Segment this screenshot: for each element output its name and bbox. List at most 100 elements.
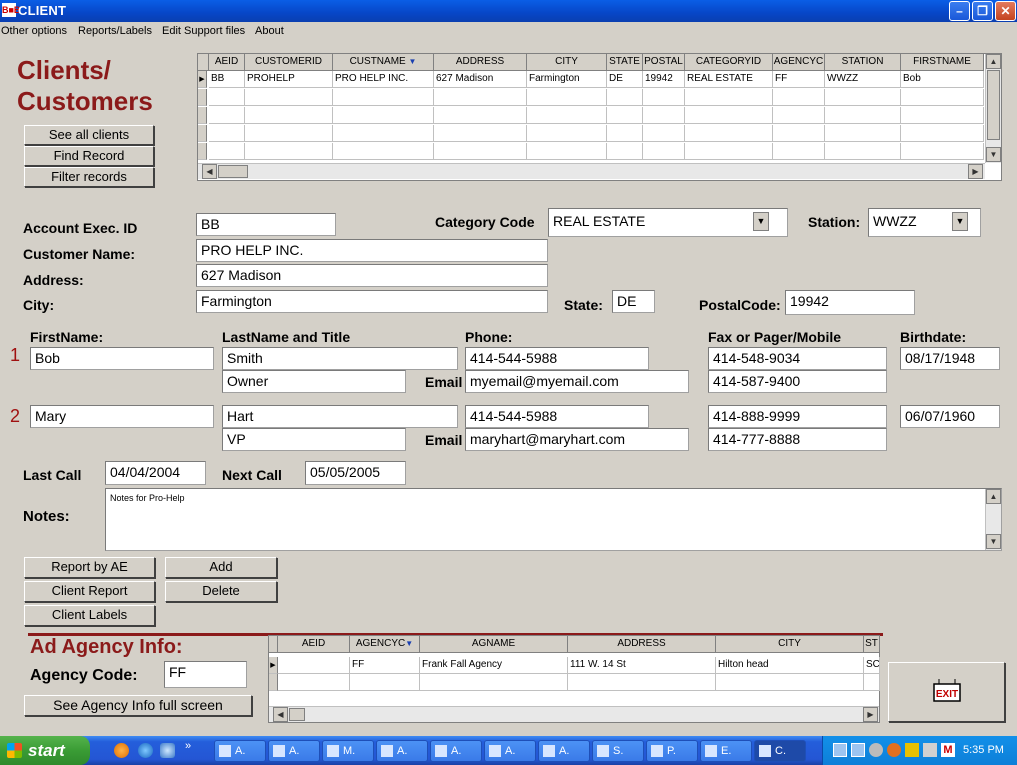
notes-vscroll[interactable]: ▲ ▼ <box>985 489 1001 550</box>
taskbar-window-button[interactable]: M. <box>322 740 374 762</box>
contact2-first-name-field[interactable]: Mary <box>30 405 214 428</box>
table-cell[interactable] <box>901 125 984 142</box>
table-cell[interactable]: WWZZ <box>825 71 901 88</box>
table-cell[interactable] <box>773 143 825 160</box>
contact1-last-name-field[interactable]: Smith <box>222 347 458 370</box>
contact2-phone-field[interactable]: 414-544-5988 <box>465 405 649 428</box>
category-code-select[interactable]: REAL ESTATE ▼ <box>548 208 788 237</box>
table-cell[interactable] <box>685 125 773 142</box>
col-categoryid[interactable]: CATEGORYID <box>685 54 773 71</box>
col-state[interactable]: STATE <box>607 54 643 71</box>
agency-grid-hscroll[interactable]: ◀ ▶ <box>269 706 879 722</box>
col-postal[interactable]: POSTAL <box>643 54 685 71</box>
chevron-down-icon[interactable]: ▼ <box>952 212 968 231</box>
taskbar-window-button[interactable]: A. <box>376 740 428 762</box>
see-agency-full-screen-button[interactable]: See Agency Info full screen <box>24 695 252 716</box>
ae-id-field[interactable]: BB <box>196 213 336 236</box>
exit-button[interactable]: EXIT <box>888 662 1005 722</box>
row-selector-current[interactable]: ▶ <box>198 71 207 88</box>
scroll-thumb[interactable] <box>987 70 1000 140</box>
scroll-right-icon[interactable]: ▶ <box>968 164 983 179</box>
contact2-fax-field[interactable]: 414-888-9999 <box>708 405 887 428</box>
find-record-button[interactable]: Find Record <box>24 146 154 166</box>
taskbar-window-button[interactable]: A. <box>214 740 266 762</box>
network-icon[interactable] <box>833 743 847 757</box>
postal-code-field[interactable]: 19942 <box>785 290 915 315</box>
contact2-birthdate-field[interactable]: 06/07/1960 <box>900 405 1000 428</box>
menu-reports-labels[interactable]: Reports/Labels <box>78 25 152 37</box>
col-firstname[interactable]: FIRSTNAME <box>901 54 984 71</box>
contact1-fax-field[interactable]: 414-548-9034 <box>708 347 887 370</box>
table-cell[interactable] <box>209 125 245 142</box>
taskbar-window-button[interactable]: S. <box>592 740 644 762</box>
table-cell[interactable] <box>825 107 901 124</box>
row-selector[interactable] <box>198 89 207 106</box>
col-agencyc[interactable]: AGENCYC <box>773 54 825 71</box>
table-cell[interactable] <box>643 125 685 142</box>
col-station[interactable]: STATION <box>825 54 901 71</box>
table-cell[interactable]: PRO HELP INC. <box>333 71 434 88</box>
agency-code-field[interactable]: FF <box>164 661 247 688</box>
gmail-icon[interactable]: M <box>941 743 955 757</box>
table-cell[interactable] <box>716 674 864 691</box>
table-cell[interactable]: PROHELP <box>245 71 333 88</box>
scroll-thumb[interactable] <box>218 165 248 178</box>
scroll-up-icon[interactable]: ▲ <box>986 489 1001 504</box>
col-aeid[interactable]: AEID <box>209 54 245 71</box>
contact2-title-field[interactable]: VP <box>222 428 406 451</box>
table-cell[interactable] <box>333 143 434 160</box>
table-cell[interactable]: Bob <box>901 71 984 88</box>
agency-col-aeid[interactable]: AEID <box>278 636 350 653</box>
agency-col-agencyc[interactable]: AGENCYC▼ <box>350 636 420 653</box>
taskbar-window-button[interactable]: C. <box>754 740 806 762</box>
contact1-email-field[interactable]: myemail@myemail.com <box>465 370 689 393</box>
state-field[interactable]: DE <box>612 290 655 313</box>
contact1-phone-field[interactable]: 414-544-5988 <box>465 347 649 370</box>
agency-col-city[interactable]: CITY <box>716 636 864 653</box>
scroll-down-icon[interactable]: ▼ <box>986 147 1001 162</box>
table-cell[interactable] <box>643 89 685 106</box>
table-cell[interactable] <box>245 143 333 160</box>
table-cell[interactable]: FF <box>350 657 420 674</box>
table-cell[interactable]: SC <box>864 657 880 674</box>
table-cell[interactable] <box>527 89 607 106</box>
table-cell[interactable]: 19942 <box>643 71 685 88</box>
contact2-last-name-field[interactable]: Hart <box>222 405 458 428</box>
table-cell[interactable] <box>607 143 643 160</box>
table-cell[interactable] <box>333 125 434 142</box>
taskbar-window-button[interactable]: A. <box>484 740 536 762</box>
station-select[interactable]: WWZZ ▼ <box>868 208 981 237</box>
scroll-left-icon[interactable]: ◀ <box>202 164 217 179</box>
contact2-email-field[interactable]: maryhart@maryhart.com <box>465 428 689 451</box>
table-cell[interactable] <box>245 107 333 124</box>
table-cell[interactable] <box>607 107 643 124</box>
maximize-button[interactable]: ❐ <box>972 1 993 21</box>
add-button[interactable]: Add <box>165 557 277 578</box>
table-cell[interactable]: 627 Madison <box>434 71 527 88</box>
address-field[interactable]: 627 Madison <box>196 264 548 287</box>
table-cell[interactable] <box>825 89 901 106</box>
quick-launch-more-icon[interactable]: » <box>185 740 191 752</box>
row-selector-current[interactable]: ▶ <box>269 657 278 674</box>
table-cell[interactable] <box>434 107 527 124</box>
scroll-down-icon[interactable]: ▼ <box>986 534 1001 549</box>
table-cell[interactable] <box>685 143 773 160</box>
firefox-icon[interactable] <box>114 743 129 758</box>
taskbar-window-button[interactable]: E. <box>700 740 752 762</box>
table-cell[interactable] <box>685 107 773 124</box>
table-cell[interactable] <box>278 674 350 691</box>
contact2-mobile-field[interactable]: 414-777-8888 <box>708 428 887 451</box>
quick-launch-icon[interactable] <box>160 743 175 758</box>
scroll-thumb[interactable] <box>289 708 305 721</box>
menu-edit-support-files[interactable]: Edit Support files <box>162 25 245 37</box>
tray-app-icon[interactable] <box>887 743 901 757</box>
table-cell[interactable] <box>901 89 984 106</box>
table-cell[interactable] <box>527 125 607 142</box>
filter-records-button[interactable]: Filter records <box>24 167 154 187</box>
start-button[interactable]: start <box>0 736 90 765</box>
chevron-down-icon[interactable]: ▼ <box>753 212 769 231</box>
client-report-button[interactable]: Client Report <box>24 581 155 602</box>
table-cell[interactable] <box>901 143 984 160</box>
row-selector[interactable] <box>198 143 207 160</box>
table-cell[interactable] <box>773 89 825 106</box>
